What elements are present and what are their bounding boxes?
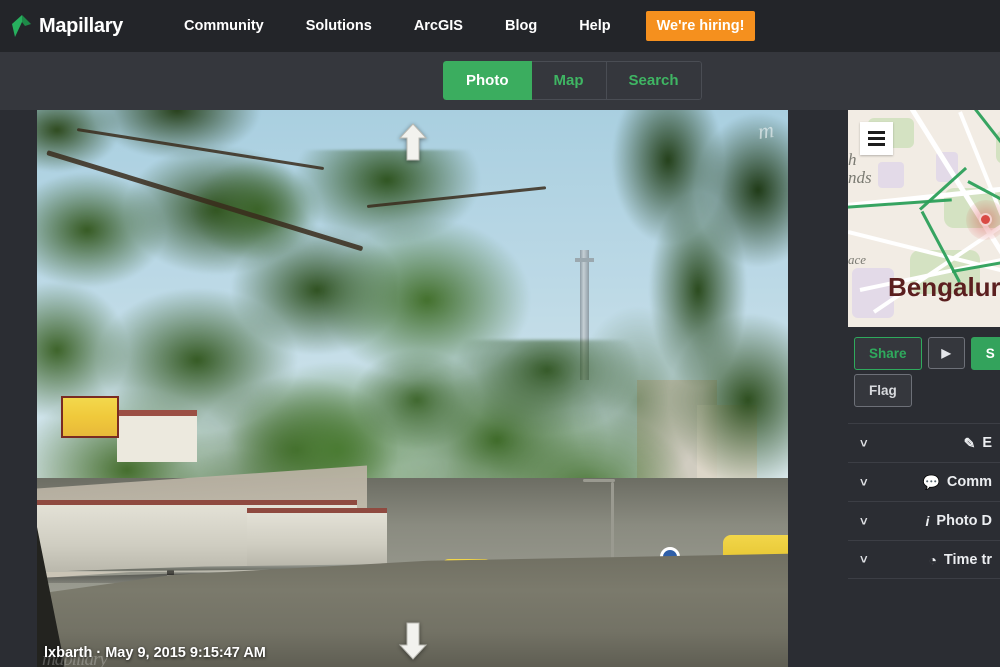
nav-arcgis[interactable]: ArcGIS: [393, 18, 484, 34]
share-button[interactable]: Share: [854, 337, 922, 370]
nav-blog[interactable]: Blog: [484, 18, 558, 34]
photo-sidebar: h nds ace Bengalur Share ▶ S Flag ˅ ✎ E …: [848, 110, 1000, 667]
map-position-marker[interactable]: [979, 213, 992, 226]
compound-wall-2: [247, 508, 387, 566]
chevron-down-icon: ˅: [860, 474, 868, 490]
photo-viewer[interactable]: m mapillary lxbarth · May 9, 2015 9:15:4…: [37, 110, 788, 667]
accordion-time-travel-label: Time tr: [943, 551, 992, 568]
street-level-photo: m mapillary lxbarth · May 9, 2015 9:15:4…: [37, 110, 788, 667]
chevron-down-icon: ˅: [860, 513, 868, 529]
burger-lines: [868, 128, 885, 149]
tab-search[interactable]: Search: [606, 61, 702, 100]
primary-button[interactable]: S: [970, 337, 1000, 370]
map-builtup-area: [878, 162, 904, 188]
arrow-down-icon[interactable]: [398, 621, 428, 661]
sidebar-accordion: ˅ ✎ E ˅ 💬 Comm ˅ i Photo D ˅ ◔ Time tr: [848, 423, 1000, 579]
accordion-edit-label: E: [982, 435, 992, 451]
accordion-edit[interactable]: ˅ ✎ E: [848, 423, 1000, 462]
logo-text: Mapillary: [39, 14, 123, 37]
guard-house: [117, 410, 197, 462]
site-header: Mapillary Community Solutions ArcGIS Blo…: [0, 0, 1000, 52]
photo-attribution: lxbarth · May 9, 2015 9:15:47 AM: [44, 645, 266, 661]
mapillary-arrow-logo: [9, 13, 35, 39]
clock-icon: ◔: [928, 551, 937, 568]
map-label-partial-1: h: [848, 150, 857, 169]
logo[interactable]: Mapillary: [9, 13, 123, 39]
accordion-time-travel[interactable]: ˅ ◔ Time tr: [848, 540, 1000, 579]
hiring-button[interactable]: We're hiring!: [645, 11, 756, 41]
tab-photo[interactable]: Photo: [443, 61, 532, 100]
secondary-buttons-row: Flag: [848, 370, 1000, 407]
pencil-icon: ✎: [963, 434, 976, 451]
nav-solutions[interactable]: Solutions: [285, 18, 393, 34]
chevron-down-icon: ˅: [860, 435, 868, 451]
nav-community[interactable]: Community: [163, 18, 285, 34]
street-lamp-arm: [583, 479, 615, 482]
main-nav: Community Solutions ArcGIS Blog Help We'…: [163, 11, 756, 41]
arrow-up-icon[interactable]: [398, 122, 428, 162]
action-buttons-row: Share ▶ S: [848, 327, 1000, 370]
map-label-partial-2: nds: [848, 168, 872, 187]
subnav-bar: Photo Map Search: [0, 52, 1000, 110]
info-icon: i: [925, 513, 930, 529]
map-city-label: Bengalur: [888, 272, 1000, 302]
map-label-partial-3: ace: [848, 252, 867, 267]
accordion-comments[interactable]: ˅ 💬 Comm: [848, 462, 1000, 501]
hamburger-menu-icon[interactable]: [860, 122, 893, 155]
chevron-down-icon: ˅: [860, 552, 868, 567]
mini-map[interactable]: h nds ace Bengalur: [848, 110, 1000, 327]
nav-help[interactable]: Help: [558, 18, 631, 34]
comments-icon: 💬: [922, 473, 940, 490]
accordion-photo-details[interactable]: ˅ i Photo D: [848, 501, 1000, 540]
mapillary-app: Mapillary Community Solutions ArcGIS Blo…: [0, 0, 1000, 667]
accordion-photo-details-label: Photo D: [936, 513, 992, 529]
flag-button[interactable]: Flag: [854, 374, 912, 407]
view-mode-tabs: Photo Map Search: [443, 61, 702, 100]
accordion-comments-label: Comm: [946, 474, 992, 490]
play-button[interactable]: ▶: [927, 337, 965, 369]
roadside-billboard: [61, 396, 119, 438]
tab-map[interactable]: Map: [531, 61, 607, 100]
